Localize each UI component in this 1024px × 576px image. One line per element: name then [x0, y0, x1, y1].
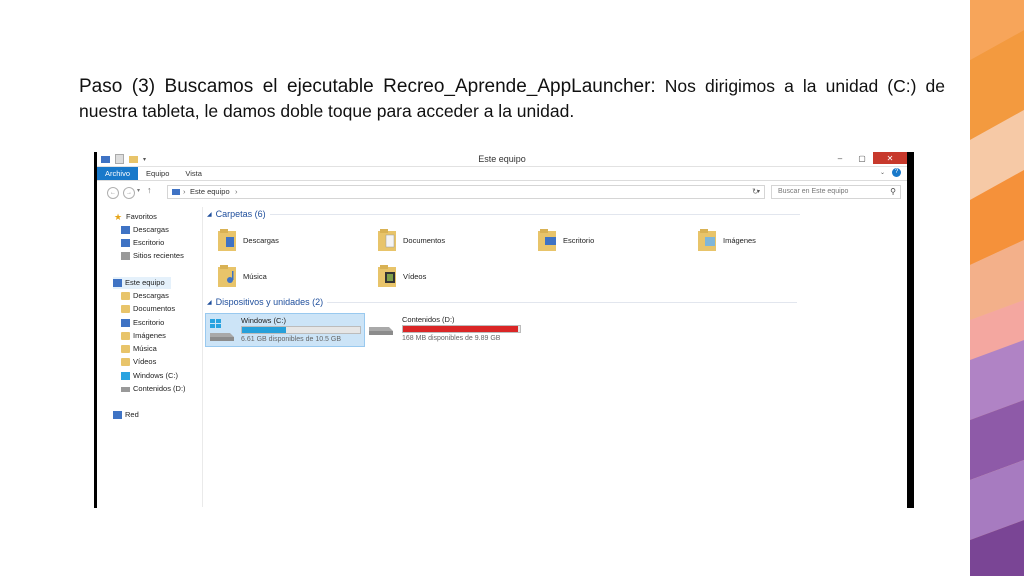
explorer-screenshot: ▾ Este equipo – ▢ ✕ Archivo Equipo Vista…	[94, 152, 914, 508]
drive-c-name: Windows (C:)	[241, 316, 287, 325]
pictures-folder-icon	[698, 229, 716, 251]
drive-c-free-space: 6.61 GB disponibles de 10.5 GB	[241, 336, 342, 343]
tab-equipo[interactable]: Equipo	[138, 167, 177, 180]
desktop-icon	[121, 319, 130, 327]
folder-videos[interactable]: Vídeos	[377, 263, 426, 289]
recent-locations-icon[interactable]: ▾	[137, 187, 140, 194]
chevron-down-icon: ◢	[207, 299, 212, 306]
folder-imagenes[interactable]: Imágenes	[697, 227, 756, 253]
search-input[interactable]: Buscar en Este equipo ⚲	[771, 185, 901, 199]
folder-documentos[interactable]: Documentos	[377, 227, 445, 253]
download-folder-icon	[121, 226, 130, 234]
decorative-strip	[970, 0, 1024, 576]
help-icon[interactable]: ?	[892, 168, 901, 177]
nav-fav-escritorio[interactable]: Escritorio	[121, 237, 164, 249]
window-controls: – ▢ ✕	[829, 152, 907, 164]
nav-documentos[interactable]: Documentos	[121, 303, 175, 315]
drive-d-name: Contenidos (D:)	[402, 315, 455, 324]
tab-archivo[interactable]: Archivo	[97, 167, 139, 180]
desktop-icon	[121, 239, 130, 247]
refresh-button[interactable]: ↻	[752, 187, 759, 196]
nav-descargas[interactable]: Descargas	[121, 290, 169, 302]
nav-windows-c[interactable]: Windows (C:)	[121, 370, 178, 382]
chevron-down-icon: ◢	[207, 211, 212, 218]
breadcrumb-separator: ›	[235, 187, 238, 196]
nav-contenidos-d[interactable]: Contenidos (D:)	[121, 383, 186, 395]
drive-contenidos-d[interactable]: Contenidos (D:) 168 MB disponibles de 9.…	[365, 313, 525, 345]
recent-places-icon	[121, 252, 130, 260]
music-folder-icon	[218, 265, 236, 287]
content-area: ◢ Carpetas (6) Descargas Documentos Escr…	[205, 207, 907, 507]
navigation-pane: ★ Favoritos Descargas Escritorio Sitios …	[97, 207, 203, 507]
computer-icon	[172, 189, 180, 195]
nav-fav-sitios-recientes[interactable]: Sitios recientes	[121, 250, 184, 262]
drive-windows-c[interactable]: Windows (C:) 6.61 GB disponibles de 10.5…	[205, 313, 365, 347]
nav-videos[interactable]: Vídeos	[121, 356, 156, 368]
ribbon-tabs: Archivo Equipo Vista ⌄ ?	[97, 167, 907, 181]
tab-vista[interactable]: Vista	[177, 167, 210, 180]
folder-icon	[121, 292, 130, 300]
search-placeholder: Buscar en Este equipo	[778, 188, 849, 195]
drive-c-usage-bar	[241, 326, 361, 334]
address-bar[interactable]: › Este equipo › ▾	[167, 185, 765, 199]
window-title: Este equipo	[478, 154, 526, 164]
title-bar: ▾ Este equipo – ▢ ✕	[97, 152, 907, 167]
search-icon[interactable]: ⚲	[890, 186, 896, 198]
drive-d-free-space: 168 MB disponibles de 9.89 GB	[402, 335, 501, 342]
folder-escritorio[interactable]: Escritorio	[537, 227, 594, 253]
folder-icon	[121, 332, 130, 340]
explorer-window: ▾ Este equipo – ▢ ✕ Archivo Equipo Vista…	[97, 152, 907, 508]
back-button[interactable]: ←	[107, 187, 119, 199]
nav-red[interactable]: Red	[113, 409, 139, 421]
close-button[interactable]: ✕	[873, 152, 907, 164]
drive-d-usage-bar	[402, 325, 521, 333]
desktop-folder-icon	[538, 229, 556, 251]
drive-d-usage-fill	[403, 326, 518, 332]
nav-este-equipo[interactable]: Este equipo	[113, 277, 171, 289]
videos-folder-icon	[378, 265, 396, 287]
folder-musica[interactable]: Música	[217, 263, 267, 289]
network-icon	[113, 411, 122, 419]
windows-drive-icon	[121, 372, 130, 380]
documents-folder-icon	[378, 229, 396, 251]
minimize-button[interactable]: –	[829, 152, 851, 164]
maximize-button[interactable]: ▢	[851, 152, 873, 164]
nav-fav-descargas[interactable]: Descargas	[121, 224, 169, 236]
address-row: ← → ▾ ↑ › Este equipo › ▾ ↻ Buscar en Es…	[97, 183, 907, 201]
up-button[interactable]: ↑	[147, 185, 152, 195]
drive-icon	[369, 327, 393, 335]
slide-body-inline: Nos dirigimos a la	[664, 76, 817, 96]
nav-favoritos[interactable]: ★ Favoritos	[113, 211, 157, 223]
folder-descargas[interactable]: Descargas	[217, 227, 279, 253]
nav-musica[interactable]: Música	[121, 343, 157, 355]
group-header-carpetas[interactable]: ◢ Carpetas (6)	[207, 209, 800, 219]
windows-drive-icon	[210, 319, 234, 341]
computer-icon	[113, 279, 122, 287]
nav-escritorio[interactable]: Escritorio	[121, 317, 164, 329]
breadcrumb-este-equipo[interactable]: Este equipo	[190, 186, 230, 198]
folder-icon	[121, 305, 130, 313]
download-folder-icon	[218, 229, 236, 251]
forward-button[interactable]: →	[123, 187, 135, 199]
slide-heading: Paso (3) Buscamos el ejecutable Recreo_A…	[79, 76, 656, 97]
star-icon: ★	[113, 212, 123, 222]
drive-icon	[121, 386, 130, 392]
group-header-dispositivos[interactable]: ◢ Dispositivos y unidades (2)	[207, 297, 798, 307]
chevron-down-icon[interactable]: ⌄	[880, 169, 885, 176]
slide-text: Paso (3) Buscamos el ejecutable Recreo_A…	[79, 74, 945, 123]
video-folder-icon	[121, 358, 130, 366]
drive-c-usage-fill	[242, 327, 286, 333]
nav-imagenes[interactable]: Imágenes	[121, 330, 166, 342]
music-folder-icon	[121, 345, 130, 353]
breadcrumb-separator: ›	[183, 187, 186, 196]
